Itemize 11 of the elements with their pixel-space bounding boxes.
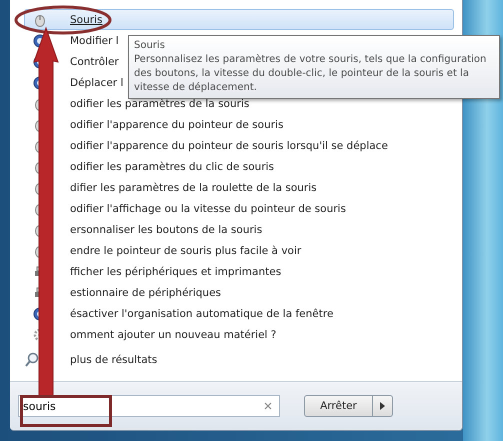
- caret-icon: [380, 402, 385, 410]
- clear-icon[interactable]: [264, 402, 272, 410]
- search-field[interactable]: souris: [18, 395, 280, 417]
- stop-button[interactable]: Arrêter: [304, 395, 373, 417]
- mouse-icon: [33, 12, 47, 26]
- tooltip-text: Personnalisez les paramètres de votre souris, tels que la configuration des boutons, la vitesse du double-clic, le pointeur de la souris et la vitesse de déplacement.: [134, 53, 488, 95]
- more-results-link[interactable]: plus de résultats: [70, 354, 158, 366]
- tooltip-title: Souris: [134, 39, 166, 53]
- result-item[interactable]: Souris: [24, 9, 454, 30]
- search-icon: [25, 352, 39, 368]
- menu-arrow-button[interactable]: [373, 395, 393, 417]
